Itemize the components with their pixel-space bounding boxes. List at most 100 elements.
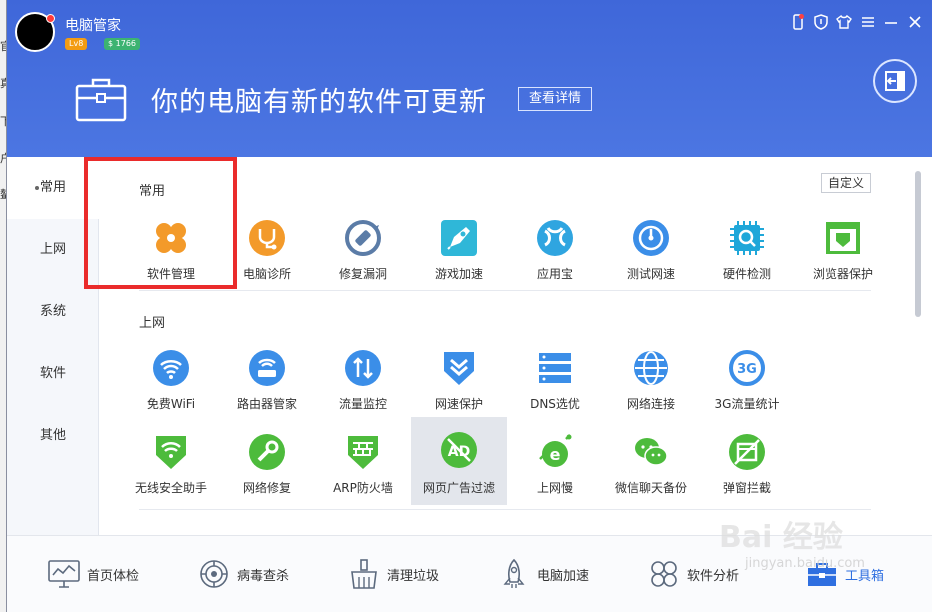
firewall-icon <box>348 436 378 469</box>
tool-network-repair[interactable]: 网络修复 <box>219 425 315 505</box>
wifi-icon <box>153 350 189 386</box>
highlight-box <box>84 157 237 289</box>
shield-icon[interactable] <box>811 12 831 32</box>
tool-slow-internet[interactable]: e 上网慢 <box>507 425 603 505</box>
tool-network-connection[interactable]: 网络连接 <box>603 341 699 421</box>
sidebar-item-label: 常用 <box>39 180 66 195</box>
tool-traffic-monitor[interactable]: 流量监控 <box>315 341 411 421</box>
dns-server-icon <box>539 353 571 383</box>
screen: 官 真 下 户 鳌 电脑管家 Lv8 $ 1766 <box>0 0 932 612</box>
tool-app-store[interactable]: 应用宝 <box>507 211 603 291</box>
tool-speed-protection[interactable]: 网速保护 <box>411 341 507 421</box>
wifi-shield-icon <box>156 436 186 469</box>
tool-label: 3G流量统计 <box>714 397 780 411</box>
tool-free-wifi[interactable]: 免费WiFi <box>123 341 219 421</box>
close-icon[interactable] <box>905 12 925 32</box>
tool-label: 网页广告过滤 <box>422 481 495 495</box>
tool-label: 无线安全助手 <box>134 481 207 495</box>
app-window: 电脑管家 Lv8 $ 1766 你的电脑有新的软件可更新 查看详情 常用 上网 … <box>6 0 932 612</box>
sidebar-item-label: 上网 <box>39 242 66 257</box>
wrench-icon <box>249 434 285 470</box>
tool-popup-block[interactable]: 弹窗拦截 <box>699 425 795 505</box>
tool-label: 网速保护 <box>434 397 483 411</box>
sidebar-item-label: 其他 <box>39 428 66 443</box>
svg-text:3G: 3G <box>737 362 757 377</box>
minimize-icon[interactable] <box>881 12 901 32</box>
tool-hardware-check[interactable]: 硬件检测 <box>699 211 795 291</box>
speedometer-icon <box>633 220 669 256</box>
tool-label: 上网慢 <box>536 481 573 495</box>
tool-browser-protection[interactable]: 浏览器保护 <box>795 211 891 291</box>
tool-label: 应用宝 <box>536 267 573 281</box>
speed-shield-icon <box>444 352 474 385</box>
app-store-icon <box>537 220 573 256</box>
stethoscope-icon <box>249 220 285 256</box>
coin-badge[interactable]: $ 1766 <box>104 38 140 50</box>
tool-label: 微信聊天备份 <box>614 481 687 495</box>
traffic-monitor-icon <box>345 350 381 386</box>
view-details-button[interactable]: 查看详情 <box>518 87 593 111</box>
tool-label: 浏览器保护 <box>812 267 873 281</box>
sidebar-item-other[interactable]: 其他 <box>7 405 99 467</box>
customize-button[interactable]: 自定义 <box>821 173 872 193</box>
nav-label: 首页体检 <box>87 569 140 584</box>
scrollbar[interactable] <box>915 171 921 317</box>
nav-label: 病毒查杀 <box>237 569 290 584</box>
tool-label: 测试网速 <box>626 267 675 281</box>
tool-dns-optimize[interactable]: DNS选优 <box>507 341 603 421</box>
level-badge[interactable]: Lv8 <box>65 38 88 50</box>
popup-block-icon <box>729 434 765 470</box>
sidebar-item-software[interactable]: 软件 <box>7 343 99 405</box>
active-dot <box>35 186 39 190</box>
watermark: Bai 经验 <box>719 520 843 555</box>
tool-label: 网络修复 <box>242 481 291 495</box>
tool-speed-test[interactable]: 测试网速 <box>603 211 699 291</box>
nav-label: 电脑加速 <box>537 569 590 584</box>
broom-icon <box>351 559 377 589</box>
tool-label: 游戏加速 <box>434 267 483 281</box>
tool-fix-vulnerabilities[interactable]: 修复漏洞 <box>315 211 411 291</box>
sidebar-item-label: 软件 <box>39 366 66 381</box>
clover-outline-icon <box>651 561 677 587</box>
phone-icon[interactable] <box>788 12 808 32</box>
nav-virus-scan[interactable]: 病毒查杀 <box>197 554 317 594</box>
exit-button[interactable] <box>873 59 917 103</box>
tool-label: 修复漏洞 <box>338 267 387 281</box>
virus-scan-icon <box>200 560 228 588</box>
section-divider <box>139 290 871 291</box>
tool-wireless-security[interactable]: 无线安全助手 <box>123 425 219 505</box>
browser-e-icon: e <box>539 434 572 467</box>
nav-home-check[interactable]: 首页体检 <box>47 554 167 594</box>
watermark-url: jingyan.baidu.com <box>745 556 865 571</box>
monitor-check-icon <box>48 560 80 588</box>
tool-game-boost[interactable]: 游戏加速 <box>411 211 507 291</box>
tool-label: 路由器管家 <box>236 397 297 411</box>
skin-icon[interactable] <box>834 12 854 32</box>
ad-block-icon: AD <box>441 432 477 468</box>
tool-ad-filter[interactable]: AD 网页广告过滤 <box>411 417 507 505</box>
tool-router-manager[interactable]: 路由器管家 <box>219 341 315 421</box>
tool-label: 硬件检测 <box>722 267 771 281</box>
tool-wechat-backup[interactable]: 微信聊天备份 <box>603 425 699 505</box>
wechat-icon <box>635 438 668 466</box>
section-divider <box>139 509 871 510</box>
tool-label: 免费WiFi <box>146 397 196 411</box>
nav-speed-up[interactable]: 电脑加速 <box>497 554 617 594</box>
app-title: 电脑管家 <box>65 18 121 34</box>
nav-label: 软件分析 <box>687 569 740 584</box>
patch-icon <box>345 220 381 256</box>
nav-clean-junk[interactable]: 清理垃圾 <box>347 554 467 594</box>
globe-icon <box>634 351 668 385</box>
rocket-outline-icon <box>503 558 525 588</box>
section-title-internet: 上网 <box>139 316 166 331</box>
tool-label: 流量监控 <box>338 397 387 411</box>
tool-arp-firewall[interactable]: ARP防火墙 <box>315 425 411 505</box>
sidebar-item-system[interactable]: 系统 <box>7 281 99 343</box>
tool-label: ARP防火墙 <box>333 481 393 495</box>
svg-text:e: e <box>550 445 561 464</box>
menu-icon[interactable] <box>858 12 878 32</box>
tool-label: 网络连接 <box>626 397 675 411</box>
browser-shield-icon <box>826 222 860 254</box>
router-icon <box>249 350 285 386</box>
tool-3g-traffic[interactable]: 3G 3G流量统计 <box>699 341 795 421</box>
